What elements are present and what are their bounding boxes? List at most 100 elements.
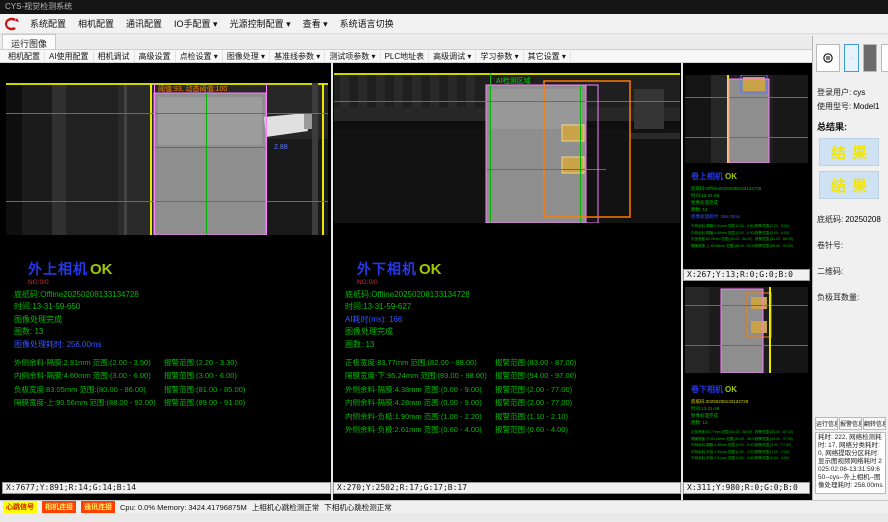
app-logo-icon (3, 16, 21, 32)
panel-buttons (813, 36, 888, 72)
ai-region-label: AI检测区域 (496, 76, 531, 85)
measurement-row: 正极宽度:83.77mm 范围:(82.00 - 88.00) 报警范围:(83… (345, 359, 675, 367)
green-measure-line (685, 305, 808, 306)
ok-status: OK (419, 261, 442, 278)
window-titlebar: CYS-视觉检测系统 (0, 0, 888, 14)
upper-camera-heartbeat-status: 上相机心跳检测正常 (252, 502, 320, 513)
total-result-label: 总结果: (813, 112, 888, 133)
measurement-value: 内侧余料-隔膜:4.28mm 范围:(0.00 - 9.00) (345, 399, 495, 407)
toolbar-item[interactable]: PLC地址表 (381, 51, 430, 62)
measurement-value: 内侧余料-负极:1.90mm 范围:(1.00 - 2.20) (345, 413, 495, 421)
measurement-value: 正极宽度:83.77mm 范围:(82.00 - 88.00) (691, 430, 755, 434)
user-login-button[interactable] (844, 44, 859, 72)
toolbar-item[interactable]: 学习参数 ▾ (476, 51, 523, 62)
measurement-value: 隔膜宽度-下:95.24mm 范围:(93.00 - 98.00) (691, 437, 755, 441)
log-tab[interactable]: 报警信息 (839, 417, 862, 430)
camera-statusbar-4: X:311;Y:980;R:0;G:0;B:0 (683, 482, 810, 494)
alarm-range: 报警范围:(81.00 - 85.00) (164, 386, 245, 394)
ok-status: OK (90, 261, 113, 278)
camera-connection-badge: 相机连接 (42, 501, 76, 513)
measurement-row: 隔膜宽度-上:90.56mm 范围:(88.00 - 92.00) 报警范围:(… (14, 399, 326, 407)
log-tab[interactable]: 翻转信息 (863, 417, 886, 430)
window-statusbar: 心跳信号 相机连接 通讯连接 Cpu: 0.0% Memory: 3424.41… (0, 500, 888, 513)
measurement-value: 负极宽度:83.05mm 范围:(80.00 - 86.00) (691, 237, 755, 241)
measurement-value: 外侧余料-隔膜:2.91mm 范围:(2.00 - 3.50) (691, 224, 755, 228)
log-textbox[interactable]: 耗时: 222, 网络检测耗时: 17, 网络分类耗时: 0, 网络提取分区耗时… (815, 432, 886, 494)
toolbar-item[interactable]: 高级设置 (135, 51, 176, 62)
pause-button[interactable] (816, 44, 840, 72)
camera-title: 外下相机OK (345, 259, 675, 279)
code-line: 底纸码:Offline20250208133134728 (14, 290, 326, 299)
top-edge-line (334, 73, 680, 75)
threshold-label: 阈值:93, 动态阈值:100 (158, 84, 227, 93)
toolbar-item[interactable]: AI使用配置 (45, 51, 94, 62)
measurement-row: 隔膜宽度-下:95.24mm 范围:(93.00 - 98.00) 报警范围:(… (345, 372, 675, 380)
login-user-value: cys (853, 88, 865, 97)
measurement-value: 内侧余料-负极:1.90mm 范围:(1.00 - 2.20) (691, 450, 755, 454)
menu-item[interactable]: 系统语言切换 (335, 15, 399, 32)
measurement-row: 外侧余料-隔膜:4.38mm 范围:(0.00 - 9.00) 报警范围:(2.… (345, 386, 675, 394)
blue-value-label: 2.88 (274, 144, 288, 151)
measurement-rows: 外侧余料-隔膜:2.91mm 范围:(2.00 - 3.50) 报警范围:(2.… (14, 359, 326, 408)
camera-title: 卷上相机OK (691, 166, 803, 184)
camera-image-2[interactable]: AI检测区域 (334, 73, 680, 223)
camera-view-3: 卷上相机OK 底纸码:Offline20250208133134728 时间:1… (683, 66, 810, 281)
camera-image-3[interactable] (685, 75, 808, 163)
top-edge-line (6, 83, 328, 85)
panel-field: 二维码: (813, 263, 888, 277)
menu-item[interactable]: 查看 ▾ (298, 15, 333, 32)
camera-title: 外上相机OK (14, 259, 326, 279)
toolbar-item[interactable]: 图像处理 ▾ (223, 51, 270, 62)
operator-button[interactable] (863, 44, 877, 72)
model-value: Model1 (853, 102, 879, 111)
measurement-rows: 正极宽度:83.77mm 范围:(82.00 - 88.00) 报警范围:(83… (345, 359, 675, 435)
measurement-value: 内侧余料-隔膜:4.60mm 范围:(3.00 - 6.00) (691, 231, 755, 235)
count-line: 圈数: 13 (691, 207, 803, 212)
alarm-range: 报警范围:(94.00 - 97.00) (495, 372, 576, 380)
toolbar-item[interactable]: 相机调试 (94, 51, 135, 62)
menu-item[interactable]: 光源控制配置 ▾ (225, 15, 296, 32)
toolbar-item[interactable]: 基准线参数 ▾ (270, 51, 325, 62)
measurement-row: 内侧余料-负极:1.90mm 范围:(1.00 - 2.20) 报警范围:(1.… (345, 413, 675, 421)
camera-title: 卷下相机OK (691, 379, 803, 397)
green-measure-line (6, 113, 328, 114)
application-window: CYS-视觉检测系统 系统配置相机配置通讯配置IO手配置 ▾光源控制配置 ▾查看… (0, 0, 888, 522)
alarm-range: 报警范围:(2.00 - 77.00) (495, 386, 572, 394)
panel-field: 底纸码:20250208 (813, 211, 888, 225)
measurement-value: 正极宽度:83.77mm 范围:(82.00 - 88.00) (345, 359, 495, 367)
measurement-row: 外侧余料-隔膜:2.91mm 范围:(2.00 - 3.50) 报警范围:(2.… (14, 359, 326, 367)
log-tab[interactable]: 运行信息 (815, 417, 838, 430)
green-measure-line (685, 345, 808, 346)
measurement-value: 负极宽度:83.05mm 范围:(80.00 - 86.00) (14, 386, 164, 394)
exit-button[interactable] (881, 44, 888, 72)
menu-item[interactable]: IO手配置 ▾ (169, 15, 223, 32)
toolbar-item[interactable]: 其它设置 ▾ (524, 51, 571, 62)
log-tabs: 运行信息报警信息翻转信息 (815, 417, 886, 430)
time-line: 时间:13-31-59-627 (345, 302, 675, 311)
alarm-range: 报警范围:(3.00 - 6.00) (755, 231, 789, 235)
measurement-value: 隔膜宽度-上:90.56mm 范围:(88.00 - 92.00) (14, 399, 164, 407)
measurement-row: 隔膜宽度-上:90.56mm 范围:(88.00 - 92.00) 报警范围:(… (691, 244, 803, 248)
menu-item[interactable]: 通讯配置 (121, 15, 167, 32)
panel-field: 负极耳数量: (813, 289, 888, 303)
toolbar-item[interactable]: 点检设置 ▾ (176, 51, 223, 62)
alarm-range: 报警范围:(83.00 - 87.00) (495, 359, 576, 367)
camera-image-1[interactable]: 阈值:93, 动态阈值:100 2.88 (6, 83, 328, 235)
toolbar-item[interactable]: 高级调试 ▾ (429, 51, 476, 62)
code-line: 底纸码:Offline20250208133134728 (345, 290, 675, 299)
camera-view-2: AI检测区域 外下相机OK NG:0/0 底纸码:Offline20250208… (333, 66, 681, 494)
toolbar-item[interactable]: 测试项参数 ▾ (325, 51, 380, 62)
count-line: 圈数: 13 (14, 327, 326, 336)
measurement-rows: 外侧余料-隔膜:2.91mm 范围:(2.00 - 3.50) 报警范围:(2.… (691, 224, 803, 248)
code-line: 底纸码:20250208133134728 (691, 399, 803, 404)
code-line: 底纸码:Offline20250208133134728 (691, 186, 803, 191)
alarm-range: 报警范围:(89.00 - 91.00) (755, 244, 793, 248)
measurement-row: 外侧余料-隔膜:2.91mm 范围:(2.00 - 3.50) 报警范围:(2.… (691, 224, 803, 228)
camera-image-4[interactable] (685, 287, 808, 373)
menu-items: 系统配置相机配置通讯配置IO手配置 ▾光源控制配置 ▾查看 ▾系统语言切换 (25, 15, 399, 32)
menu-item[interactable]: 相机配置 (73, 15, 119, 32)
alarm-range: 报警范围:(83.00 - 87.00) (755, 430, 793, 434)
menu-item[interactable]: 系统配置 (25, 15, 71, 32)
toolbar-item[interactable]: 相机配置 (4, 51, 45, 62)
tab-run-image[interactable]: 运行图像 (2, 34, 56, 49)
